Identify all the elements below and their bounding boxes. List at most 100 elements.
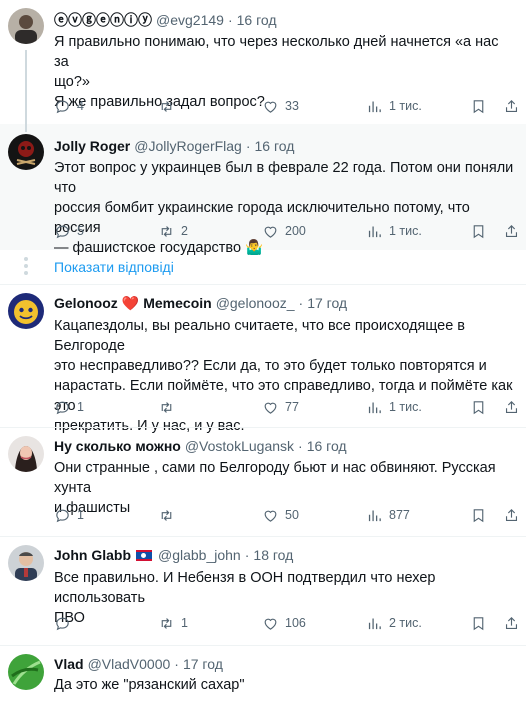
avatar[interactable]: [8, 436, 44, 472]
avatar[interactable]: [8, 8, 44, 44]
tweet-line: — фашистское государство 🤷‍♂️: [54, 240, 264, 256]
action-bar: 5 2 200 1 тис.: [54, 221, 520, 241]
repost-count: 1: [181, 616, 188, 630]
reply-button[interactable]: 1: [54, 505, 84, 525]
separator-dot: ·: [298, 295, 304, 311]
bookmark-icon: [473, 224, 484, 238]
bookmark-icon: [473, 400, 484, 414]
heart-icon: [264, 101, 277, 113]
tweet-line: Все правильно. И Небензя в ООН подтверди…: [54, 570, 436, 606]
user-handle[interactable]: @VladV0000: [88, 656, 171, 672]
display-name[interactable]: Vlad: [54, 656, 84, 672]
repost-button[interactable]: [158, 505, 181, 525]
repost-button[interactable]: 2: [158, 221, 188, 241]
views-button[interactable]: 1 тис.: [366, 96, 422, 116]
display-name[interactable]: John Glabb: [54, 547, 131, 563]
avatar[interactable]: [8, 134, 44, 170]
display-name[interactable]: Gelonooz: [54, 295, 118, 311]
tweet-1[interactable]: ⓔⓥⓖⓔⓝⓘⓨ @evg2149 · 16 год Я правильно по…: [0, 0, 526, 124]
share-button[interactable]: [503, 397, 520, 417]
tweet-line: это несправедливо?? Если да, то это буде…: [54, 358, 487, 374]
timestamp[interactable]: 17 год: [307, 295, 347, 311]
like-count: 106: [285, 616, 306, 630]
heart-icon: [264, 226, 277, 238]
bookmark-button[interactable]: [470, 505, 487, 525]
user-handle[interactable]: @JollyRogerFlag: [134, 138, 242, 154]
like-button[interactable]: 50: [262, 505, 299, 525]
separator-dot: ·: [298, 438, 303, 454]
bookmark-button[interactable]: [470, 613, 487, 633]
tweet-line: Этот вопрос у украинцев был в феврале 22…: [54, 160, 514, 196]
avatar[interactable]: [8, 654, 44, 690]
tweet-line: Да это же "рязанский сахар": [54, 677, 245, 693]
tweet-text: Этот вопрос у украинцев был в феврале 22…: [54, 158, 516, 258]
tweet-line: Кацапездолы, вы реально считаете, что вс…: [54, 318, 465, 354]
bookmark-icon: [473, 616, 484, 630]
timestamp[interactable]: 17 год: [183, 656, 223, 672]
reply-button[interactable]: 5: [54, 221, 84, 241]
views-button[interactable]: 2 тис.: [366, 613, 422, 633]
tweet-text: Да это же "рязанский сахар": [54, 675, 516, 695]
tweet-header: ⓔⓥⓖⓔⓝⓘⓨ @evg2149 · 16 год: [54, 10, 277, 30]
show-replies-link[interactable]: Показати відповіді: [54, 259, 174, 275]
display-name[interactable]: Ну сколько можно: [54, 438, 181, 454]
display-name-suffix[interactable]: Memecoin: [143, 295, 211, 311]
like-button[interactable]: 106: [262, 613, 306, 633]
heart-icon: [264, 618, 277, 630]
like-button[interactable]: 33: [262, 96, 299, 116]
repost-button[interactable]: [158, 397, 181, 417]
reply-button[interactable]: [54, 613, 77, 633]
like-button[interactable]: 200: [262, 221, 306, 241]
like-count: 50: [285, 508, 299, 522]
display-name[interactable]: Jolly Roger: [54, 138, 130, 154]
bookmark-button[interactable]: [470, 96, 487, 116]
separator-dot: ·: [244, 547, 250, 563]
user-handle[interactable]: @evg2149: [156, 12, 224, 28]
bookmark-button[interactable]: [470, 397, 487, 417]
tweet-line: Я правильно понимаю, что через несколько…: [54, 34, 499, 70]
user-handle[interactable]: @glabb_john: [158, 547, 241, 563]
share-button[interactable]: [503, 613, 520, 633]
user-handle[interactable]: @gelonooz_: [216, 295, 295, 311]
share-icon: [505, 224, 518, 237]
flag-icon: [136, 549, 152, 561]
timestamp[interactable]: 16 год: [307, 438, 347, 454]
reply-button[interactable]: 1: [54, 397, 84, 417]
repost-icon: [161, 100, 172, 112]
tweet-4[interactable]: Ну сколько можно @VostokLugansk · 16 год…: [0, 428, 526, 536]
views-icon: [368, 618, 381, 629]
separator-dot: ·: [245, 138, 251, 154]
avatar[interactable]: [8, 293, 44, 329]
reply-button[interactable]: 4: [54, 96, 84, 116]
action-bar: 4 33 1 тис.: [54, 96, 520, 116]
timestamp[interactable]: 16 год: [237, 12, 277, 28]
views-button[interactable]: 1 тис.: [366, 221, 422, 241]
share-button[interactable]: [503, 221, 520, 241]
tweet-2[interactable]: Jolly Roger @JollyRogerFlag · 16 год Это…: [0, 124, 526, 256]
repost-icon: [161, 509, 172, 521]
tweet-header: Gelonooz ❤️ Memecoin @gelonooz_ · 17 год: [54, 293, 347, 313]
views-button[interactable]: 877: [366, 505, 410, 525]
reply-count: 1: [77, 508, 84, 522]
share-button[interactable]: [503, 505, 520, 525]
thread-line: [25, 50, 27, 124]
repost-button[interactable]: 1: [158, 613, 188, 633]
thread-dot: [24, 271, 28, 275]
like-count: 33: [285, 99, 299, 113]
tweet-6[interactable]: Vlad @VladV0000 · 17 год Да это же "ряза…: [0, 646, 526, 704]
tweet-5[interactable]: John Glabb @glabb_john · 18 год Все прав…: [0, 537, 526, 645]
timestamp[interactable]: 18 год: [253, 547, 293, 563]
avatar[interactable]: [8, 545, 44, 581]
bookmark-button[interactable]: [470, 221, 487, 241]
display-name[interactable]: ⓔⓥⓖⓔⓝⓘⓨ: [54, 10, 152, 30]
timestamp[interactable]: 16 год: [255, 138, 295, 154]
like-button[interactable]: 77: [262, 397, 299, 417]
views-count: 1 тис.: [389, 400, 422, 414]
repost-button[interactable]: [158, 96, 181, 116]
views-button[interactable]: 1 тис.: [366, 397, 422, 417]
user-handle[interactable]: @VostokLugansk: [185, 438, 294, 454]
thread-dot: [24, 264, 28, 268]
like-count: 77: [285, 400, 299, 414]
tweet-3[interactable]: Gelonooz ❤️ Memecoin @gelonooz_ · 17 год…: [0, 285, 526, 434]
share-button[interactable]: [503, 96, 520, 116]
